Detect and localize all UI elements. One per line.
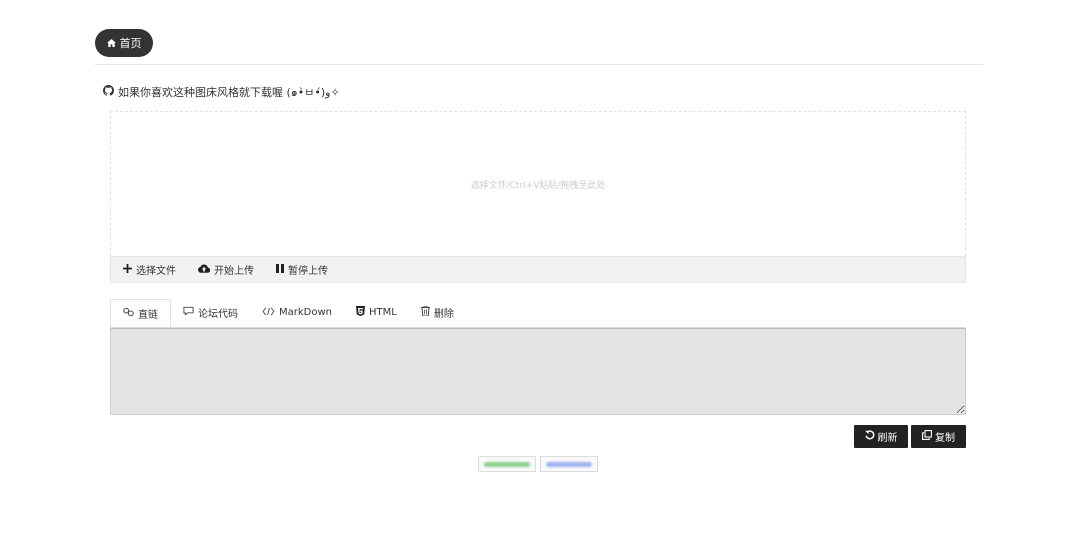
dropzone-hint: 选择文件/Ctrl+V粘贴/拖拽至此处 (470, 180, 606, 191)
refresh-icon (864, 430, 875, 443)
refresh-button[interactable]: 刷新 (854, 425, 908, 448)
github-icon (103, 85, 114, 99)
cloud-upload-icon (198, 264, 211, 276)
select-files-label: 选择文件 (136, 266, 176, 277)
badge-blue-image (546, 461, 592, 467)
tab-markdown[interactable]: MarkDown (250, 298, 344, 327)
badge-green-image (484, 461, 530, 467)
tab-markdown-label: MarkDown (279, 307, 332, 318)
tab-forum-code[interactable]: 论坛代码 (171, 298, 250, 327)
copy-icon (922, 430, 932, 443)
copy-label: 复制 (935, 433, 955, 444)
html5-icon (356, 306, 365, 319)
plus-icon (123, 263, 132, 276)
output-format-tabs: 直链 论坛代码 MarkDown HTML 删除 (110, 298, 966, 328)
github-promo[interactable]: 如果你喜欢这种图床风格就下载喔 (๑•̀ㅂ•́)و✧ (103, 84, 340, 100)
pause-upload-button[interactable]: 暂停上传 (276, 262, 328, 277)
link-output-textarea[interactable] (110, 328, 966, 415)
start-upload-label: 开始上传 (214, 266, 254, 277)
upload-dropzone[interactable]: 选择文件/Ctrl+V粘贴/拖拽至此处 (110, 111, 966, 256)
header-divider (95, 64, 983, 65)
refresh-label: 刷新 (877, 433, 898, 444)
upload-toolbar: 选择文件 开始上传 暂停上传 (110, 256, 966, 283)
start-upload-button[interactable]: 开始上传 (198, 262, 254, 277)
home-label: 首页 (119, 37, 142, 50)
tab-html[interactable]: HTML (344, 298, 409, 327)
footer-badge-blue[interactable] (540, 456, 598, 472)
trash-icon (420, 305, 430, 319)
comment-icon (183, 306, 194, 319)
pause-icon (276, 263, 284, 276)
pause-upload-label: 暂停上传 (288, 266, 328, 277)
tab-direct-link[interactable]: 直链 (110, 299, 171, 328)
copy-button[interactable]: 复制 (911, 425, 966, 448)
tab-delete[interactable]: 删除 (409, 298, 466, 327)
select-files-button[interactable]: 选择文件 (123, 262, 176, 277)
tab-html-label: HTML (369, 307, 397, 318)
tab-forum-code-label: 论坛代码 (198, 309, 238, 320)
tab-direct-link-label: 直链 (138, 310, 158, 321)
tab-delete-label: 删除 (433, 309, 454, 320)
github-promo-link[interactable]: 如果你喜欢这种图床风格就下载喔 (๑•̀ㅂ•́)و✧ (118, 83, 340, 101)
home-icon (106, 39, 116, 47)
home-button[interactable]: 首页 (95, 29, 153, 57)
footer-badge-green[interactable] (478, 456, 536, 472)
link-icon (123, 307, 134, 320)
code-icon (262, 307, 275, 319)
